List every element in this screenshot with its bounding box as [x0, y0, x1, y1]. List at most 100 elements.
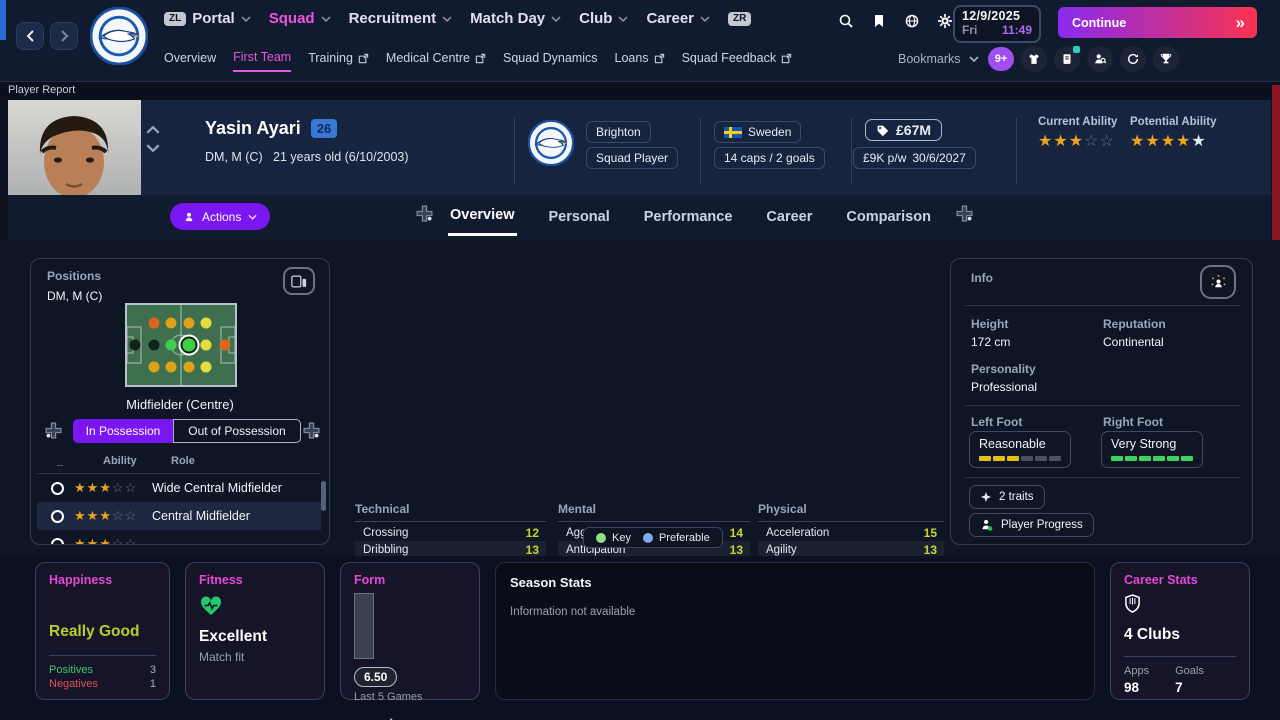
summary-cards-row: Happiness Really Good Positives 3 Negati… — [0, 556, 1280, 720]
actions-button[interactable]: Actions — [170, 203, 270, 230]
chevron-down-icon[interactable] — [146, 144, 160, 152]
foot-strength-bar — [1035, 456, 1047, 461]
position-pitch-map[interactable] — [125, 303, 237, 387]
subnav-squad-feedback[interactable]: Squad Feedback — [682, 51, 793, 71]
sync-button[interactable] — [1120, 46, 1146, 72]
gold-star-icon: ★ — [1053, 134, 1067, 150]
history-back-button[interactable] — [16, 22, 44, 50]
player-progress-button[interactable]: Player Progress — [969, 513, 1094, 537]
role-ability-stars: ★★★☆☆ — [74, 508, 142, 524]
attribute-row-crossing[interactable]: Crossing12 — [355, 524, 546, 541]
negatives-row: Negatives 1 — [49, 678, 156, 690]
game-date: 12/9/2025 — [962, 9, 1032, 23]
history-forward-button[interactable] — [50, 22, 78, 50]
reputation-field: Reputation Continental — [1103, 317, 1166, 349]
continue-button[interactable]: Continue » — [1058, 7, 1257, 38]
legend-dot-icon — [643, 533, 653, 543]
subnav-training[interactable]: Training — [308, 51, 369, 71]
divider — [965, 305, 1240, 306]
position-dot — [166, 340, 177, 351]
player-header: Yasin Ayari 26 DM, M (C) 21 years old (6… — [8, 100, 1271, 240]
transfer-value[interactable]: £67M — [865, 119, 942, 141]
globe-button[interactable] — [904, 13, 920, 32]
heart-pulse-icon — [199, 595, 223, 617]
foot-strength-bar — [1139, 456, 1151, 461]
shirt-icon — [1027, 52, 1041, 66]
foot-strength-bar — [993, 456, 1005, 461]
role-row-partial: ★★★☆☆ — [37, 530, 321, 544]
club-crest-brighton[interactable] — [90, 7, 148, 65]
menu-match-day[interactable]: Match Day — [470, 10, 561, 27]
trophy-button[interactable] — [1153, 46, 1179, 72]
player-comparison-button[interactable] — [1200, 265, 1236, 299]
notification-dot — [1073, 46, 1080, 53]
positions-text: DM, M (C) — [47, 289, 102, 303]
role-row[interactable]: ★★★☆☆Wide Central Midfielder — [37, 474, 321, 502]
subnav-overview[interactable]: Overview — [164, 51, 216, 71]
tab-overview[interactable]: Overview — [448, 201, 517, 236]
gold-star-icon: ★ — [1176, 134, 1190, 150]
chevron-up-icon[interactable] — [146, 126, 160, 134]
menu-club[interactable]: Club — [579, 10, 628, 27]
chevron-down-icon — [700, 16, 710, 22]
shield-icon — [1124, 594, 1141, 613]
form-card[interactable]: Form 6.50 Last 5 Games — [340, 562, 480, 700]
legend-key: Key — [596, 532, 631, 544]
out-of-possession-toggle[interactable]: Out of Possession — [173, 419, 301, 443]
club-link[interactable]: Brighton — [586, 121, 651, 143]
position-dot — [200, 340, 211, 351]
club-crest-brighton[interactable] — [528, 120, 574, 166]
chevron-down-icon — [969, 56, 979, 62]
trophy-icon — [1159, 52, 1173, 66]
bookmark-button[interactable] — [871, 13, 887, 32]
season-stats-card[interactable]: Season Stats Information not available — [495, 562, 1095, 700]
tab-comparison[interactable]: Comparison — [844, 203, 933, 235]
globe-icon — [904, 13, 920, 29]
pitch-card-icon — [291, 275, 307, 288]
roles-ability-column[interactable]: Ability — [103, 455, 137, 467]
game-date-widget[interactable]: 12/9/2025 Fri 11:49 — [953, 5, 1041, 43]
inbox-notification-badge[interactable]: 9+ — [988, 47, 1014, 71]
scout-search-button[interactable] — [1087, 46, 1113, 72]
report-button[interactable] — [1054, 46, 1080, 72]
subnav-first-team[interactable]: First Team — [233, 50, 291, 72]
roles-list: ★★★☆☆Wide Central Midfielder★★★☆☆Central… — [37, 473, 321, 544]
subnav-squad-dynamics[interactable]: Squad Dynamics — [503, 51, 598, 71]
traits-button[interactable]: 2 traits — [969, 485, 1045, 509]
nationality-badge[interactable]: Sweden — [714, 121, 801, 143]
tab-performance[interactable]: Performance — [642, 203, 735, 235]
subnav-medical-centre[interactable]: Medical Centre — [386, 51, 486, 71]
sub-navigation: Overview First Team Training Medical Centre… — [164, 50, 792, 72]
possession-toggle: In Possession Out of Possession — [31, 419, 329, 445]
roles-scrollbar[interactable] — [321, 481, 326, 511]
foot-strength-bar — [979, 456, 991, 461]
career-stats-card[interactable]: Career Stats 4 Clubs Apps 98 Goals 7 — [1110, 562, 1250, 700]
menu-squad[interactable]: Squad — [269, 10, 331, 27]
happiness-card[interactable]: Happiness Really Good Positives 3 Negati… — [35, 562, 170, 700]
position-analyser-button[interactable] — [283, 267, 315, 295]
in-possession-toggle[interactable]: In Possession — [73, 419, 173, 443]
bookmarks-dropdown[interactable]: Bookmarks — [898, 52, 979, 66]
subnav-loans[interactable]: Loans — [615, 51, 665, 71]
tab-career[interactable]: Career — [764, 203, 814, 235]
squad-status-badge[interactable]: Squad Player — [586, 147, 678, 169]
settings-button[interactable] — [937, 13, 953, 32]
roles-sort-column[interactable]: _ — [57, 455, 63, 467]
role-row[interactable]: ★★★☆☆Central Midfielder — [37, 502, 321, 530]
menu-recruitment[interactable]: Recruitment — [349, 10, 453, 27]
shirt-button[interactable] — [1021, 46, 1047, 72]
attribute-row-acceleration[interactable]: Acceleration15 — [758, 524, 944, 541]
role-radio-icon[interactable] — [51, 482, 64, 495]
role-radio-icon[interactable] — [51, 510, 64, 523]
sweden-flag-icon — [724, 127, 742, 138]
controller-badge-zr: ZR — [728, 12, 751, 26]
position-dot — [149, 362, 160, 373]
menu-portal[interactable]: ZLPortal — [164, 10, 251, 27]
menu-career[interactable]: Career — [646, 10, 710, 27]
empty-star-icon: ☆ — [1084, 134, 1098, 150]
fitness-card[interactable]: Fitness Excellent Match fit — [185, 562, 325, 700]
tab-personal[interactable]: Personal — [547, 203, 612, 235]
roles-role-column[interactable]: Role — [171, 455, 195, 467]
search-button[interactable] — [838, 13, 854, 32]
legend-preferable: Preferable — [643, 532, 710, 544]
